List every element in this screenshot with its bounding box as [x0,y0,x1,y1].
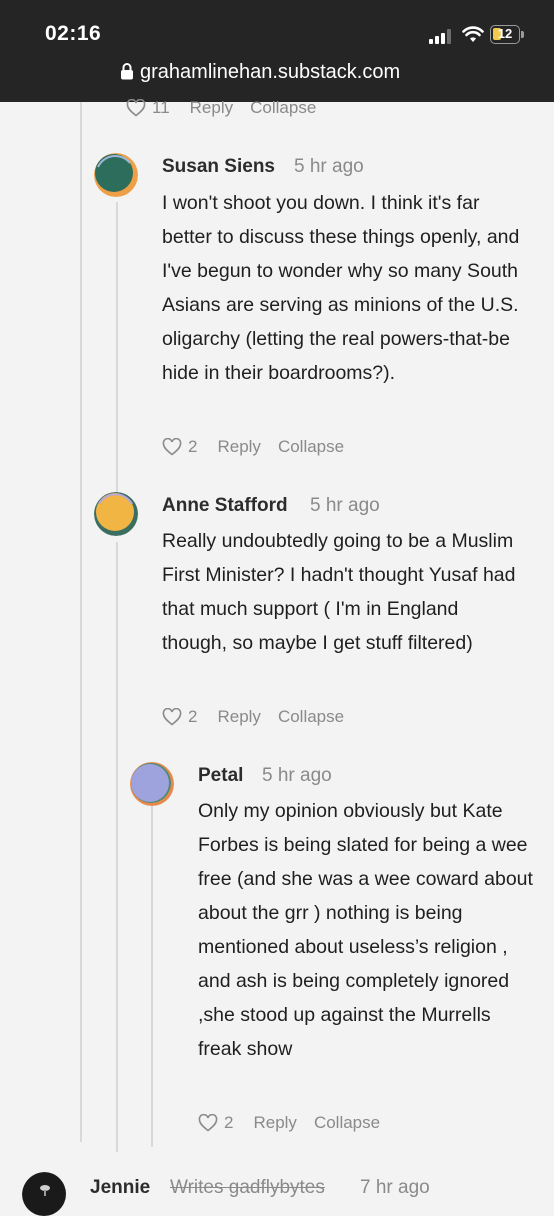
comment-body: Only my opinion obviously but Kate Forbe… [198,800,533,1060]
comment-time[interactable]: 7 hr ago [360,1177,430,1199]
comment-author[interactable]: Jennie [90,1177,150,1199]
comment-author[interactable]: Susan Siens [162,156,275,178]
avatar[interactable] [130,762,174,806]
address-bar[interactable]: grahamlinehan.substack.com [120,61,400,84]
like-count: 11 [152,98,170,117]
comment-time[interactable]: 5 hr ago [262,765,332,787]
heart-icon[interactable] [162,708,182,726]
heart-icon[interactable] [198,1114,218,1132]
heart-icon[interactable] [162,438,182,456]
signal-icon [429,28,455,44]
url-text: grahamlinehan.substack.com [140,61,401,83]
lock-icon [121,63,133,80]
reply-button[interactable]: Reply [190,98,233,118]
battery-level: 12 [497,26,513,41]
like-count: 2 [224,1113,234,1132]
status-time: 02:16 [45,22,102,45]
thread-line [116,202,118,532]
thread-line [80,102,82,1142]
comment-author[interactable]: Petal [198,765,243,787]
collapse-button[interactable]: Collapse [314,1113,380,1133]
comment-body: Really undoubtedly going to be a Muslim … [162,530,516,654]
comment-body: I won't shoot you down. I think it's far… [162,192,520,384]
heart-icon[interactable] [126,99,146,117]
browser-top-bar: 02:16 12 grahamlinehan.substack.com [0,0,554,102]
comments-thread: 11 Reply Collapse Susan Siens 5 hr ago I… [0,98,554,1216]
collapse-button[interactable]: Collapse [278,437,344,457]
comment-actions: 2 Reply Collapse [162,707,344,727]
avatar[interactable] [94,153,138,197]
comment-time[interactable]: 5 hr ago [310,495,380,517]
collapse-button[interactable]: Collapse [278,707,344,727]
thread-line [151,802,153,1147]
collapse-button[interactable]: Collapse [250,98,316,118]
reply-button[interactable]: Reply [217,437,260,457]
battery-icon: 12 [490,25,520,44]
avatar[interactable] [22,1172,66,1216]
avatar[interactable] [94,492,138,536]
reply-button[interactable]: Reply [217,707,260,727]
like-count: 2 [188,707,198,726]
comment-author[interactable]: Anne Stafford [162,495,288,517]
reply-button[interactable]: Reply [253,1113,296,1133]
comment-actions: 2 Reply Collapse [162,437,344,457]
wifi-icon [462,26,484,42]
author-subtitle[interactable]: Writes gadflybytes [170,1177,325,1199]
comment-actions: 11 Reply Collapse [126,98,316,118]
like-count: 2 [188,437,198,456]
comment-time[interactable]: 5 hr ago [294,156,364,178]
thread-line [116,542,118,1152]
comment-actions: 2 Reply Collapse [198,1113,380,1133]
